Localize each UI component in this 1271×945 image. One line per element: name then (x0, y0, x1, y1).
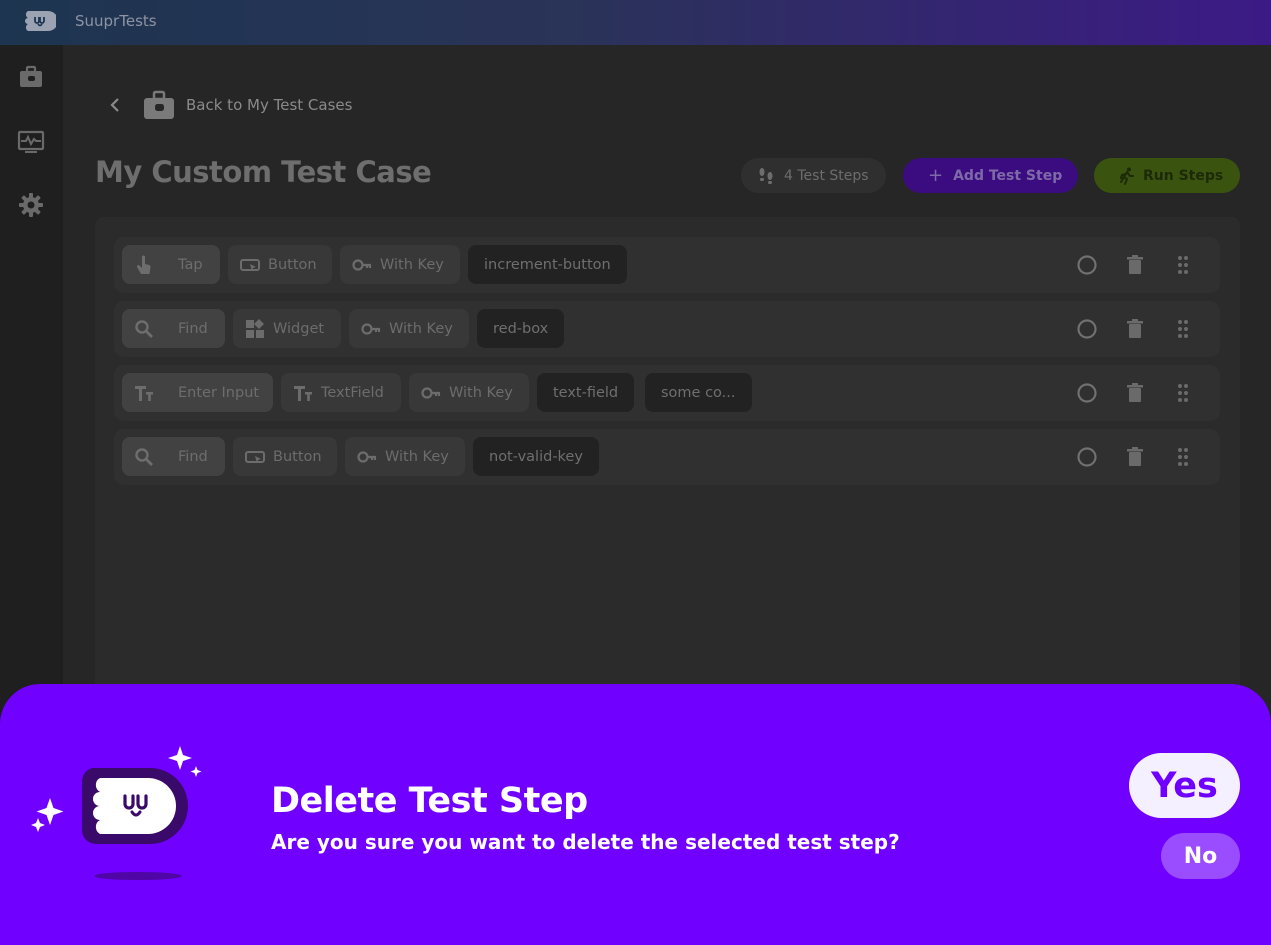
no-button[interactable]: No (1161, 833, 1240, 879)
briefcase-icon[interactable] (17, 63, 45, 91)
dialog-message: Are you sure you want to delete the sele… (271, 830, 900, 854)
with-key-label: With Key (385, 448, 449, 465)
with-key-label: With Key (449, 384, 513, 401)
with-key-label: With Key (380, 256, 444, 273)
input-value-chip[interactable]: some co... (645, 373, 752, 412)
with-key-chip[interactable]: With Key (409, 373, 529, 412)
key-icon (357, 451, 377, 463)
trash-icon[interactable] (1124, 446, 1146, 468)
step-action-label: Enter Input (178, 384, 260, 401)
run-steps-button[interactable]: Run Steps (1094, 158, 1240, 193)
dialog-title: Delete Test Step (271, 781, 588, 821)
app-window: SuuprTests Back to My Test Cases My Cust… (0, 0, 1271, 945)
page-title: My Custom Test Case (95, 155, 432, 189)
drag-handle-icon[interactable] (1172, 254, 1194, 276)
title-bar: SuuprTests (0, 0, 1271, 45)
suupr-mascot-icon (31, 746, 202, 880)
steps-count-label: 4 Test Steps (784, 167, 869, 184)
add-step-label: Add Test Step (953, 167, 1063, 184)
button-icon (245, 451, 265, 463)
step-action-chip[interactable]: Tap (122, 245, 220, 284)
key-value-chip[interactable]: increment-button (468, 245, 627, 284)
step-target-label: Button (268, 256, 317, 273)
gear-icon[interactable] (17, 191, 45, 219)
select-radio-icon[interactable] (1076, 254, 1098, 276)
key-value-chip[interactable]: not-valid-key (473, 437, 599, 476)
with-key-label: With Key (389, 320, 453, 337)
test-step-row[interactable]: Enter Input TextField With Key text-fiel… (114, 365, 1220, 421)
key-icon (361, 323, 381, 335)
select-radio-icon[interactable] (1076, 382, 1098, 404)
running-person-icon (1120, 167, 1134, 185)
briefcase-icon (144, 90, 174, 119)
steps-count-badge: 4 Test Steps (741, 158, 886, 193)
back-label: Back to My Test Cases (186, 96, 353, 114)
trash-icon[interactable] (1124, 318, 1146, 340)
widget-icon (246, 319, 264, 338)
monitor-pulse-icon[interactable] (17, 127, 45, 155)
chevron-left-icon (110, 98, 119, 112)
delete-confirm-dialog: Delete Test Step Are you sure you want t… (0, 684, 1271, 945)
step-action-chip[interactable]: Find (122, 309, 225, 348)
step-action-label: Find (178, 448, 208, 465)
step-action-label: Tap (178, 256, 203, 273)
select-radio-icon[interactable] (1076, 318, 1098, 340)
run-steps-label: Run Steps (1143, 167, 1224, 184)
step-target-chip[interactable]: TextField (281, 373, 401, 412)
app-title: SuuprTests (75, 12, 157, 30)
trash-icon[interactable] (1124, 254, 1146, 276)
with-key-chip[interactable]: With Key (345, 437, 465, 476)
step-target-chip[interactable]: Button (228, 245, 332, 284)
with-key-chip[interactable]: With Key (340, 245, 460, 284)
test-step-row[interactable]: Tap Button With Key increment-button (114, 237, 1220, 293)
step-target-label: Widget (273, 320, 325, 337)
step-action-chip[interactable]: Enter Input (122, 373, 273, 412)
back-link[interactable]: Back to My Test Cases (108, 89, 352, 121)
search-icon (135, 448, 153, 466)
plus-icon: + (928, 165, 944, 186)
add-test-step-button[interactable]: + Add Test Step (903, 158, 1078, 193)
drag-handle-icon[interactable] (1172, 446, 1194, 468)
drag-handle-icon[interactable] (1172, 318, 1194, 340)
tap-hand-icon (136, 255, 151, 274)
step-target-chip[interactable]: Button (233, 437, 337, 476)
test-steps-panel: Tap Button With Key increment-button Fin… (95, 217, 1240, 757)
test-step-row[interactable]: Find Widget With Key red-box (114, 301, 1220, 357)
step-target-label: Button (273, 448, 322, 465)
select-radio-icon[interactable] (1076, 446, 1098, 468)
footsteps-icon (759, 167, 773, 184)
step-target-chip[interactable]: Widget (233, 309, 341, 348)
key-icon (421, 387, 441, 399)
key-value-chip[interactable]: text-field (537, 373, 635, 412)
step-target-label: TextField (321, 384, 384, 401)
text-icon (135, 386, 153, 401)
yes-button[interactable]: Yes (1129, 753, 1240, 818)
step-action-label: Find (178, 320, 208, 337)
trash-icon[interactable] (1124, 382, 1146, 404)
button-icon (240, 259, 260, 271)
with-key-chip[interactable]: With Key (349, 309, 469, 348)
test-step-row[interactable]: Find Button With Key not-valid-key (114, 429, 1220, 485)
text-icon (294, 386, 312, 401)
search-icon (135, 320, 153, 338)
key-icon (352, 259, 372, 271)
key-value-chip[interactable]: red-box (477, 309, 565, 348)
drag-handle-icon[interactable] (1172, 382, 1194, 404)
suupr-logo-icon (25, 11, 56, 31)
step-action-chip[interactable]: Find (122, 437, 225, 476)
